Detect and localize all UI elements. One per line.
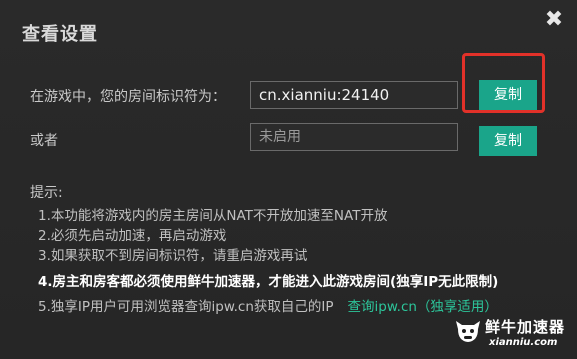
tip-item-important: 4.房主和房客都必须使用鲜牛加速器，才能进入此游戏房间(独享IP无此限制) bbox=[38, 274, 499, 290]
close-icon[interactable]: ✖ bbox=[542, 8, 566, 32]
brand-watermark: 鲜牛加速器 xianniu.com bbox=[453, 310, 577, 359]
tip-item: 1.本功能将游戏内的房主房间从NAT不开放加速至NAT开放 bbox=[38, 208, 388, 224]
room-id-label: 在游戏中，您的房间标识符为： bbox=[30, 89, 226, 105]
alt-label: 或者 bbox=[30, 133, 58, 149]
tip-item-ip: 5.独享IP用户可用浏览器查询ipw.cn获取自己的IP 查询ipw.cn（独享适… bbox=[38, 295, 498, 315]
cow-logo-icon bbox=[456, 321, 480, 342]
settings-dialog: 查看设置 ✖ 在游戏中，您的房间标识符为： cn.xianniu:24140 复… bbox=[0, 0, 577, 359]
tip-item-text: 5.独享IP用户可用浏览器查询ipw.cn获取自己的IP bbox=[38, 299, 334, 315]
watermark-domain: xianniu.com bbox=[489, 337, 558, 348]
dialog-title: 查看设置 bbox=[22, 24, 98, 45]
tip-item: 3.如果获取不到房间标识符，请重启游戏再试 bbox=[38, 248, 308, 264]
room-id-field[interactable]: cn.xianniu:24140 bbox=[250, 81, 458, 109]
tip-item: 2.必须先启动加速，再启动游戏 bbox=[38, 228, 227, 244]
watermark-brand: 鲜牛加速器 bbox=[485, 318, 566, 336]
highlight-box bbox=[462, 53, 545, 113]
alt-id-field[interactable]: 未启用 bbox=[250, 123, 458, 151]
tips-title: 提示: bbox=[30, 185, 63, 201]
copy-alt-id-button[interactable]: 复制 bbox=[479, 126, 537, 156]
